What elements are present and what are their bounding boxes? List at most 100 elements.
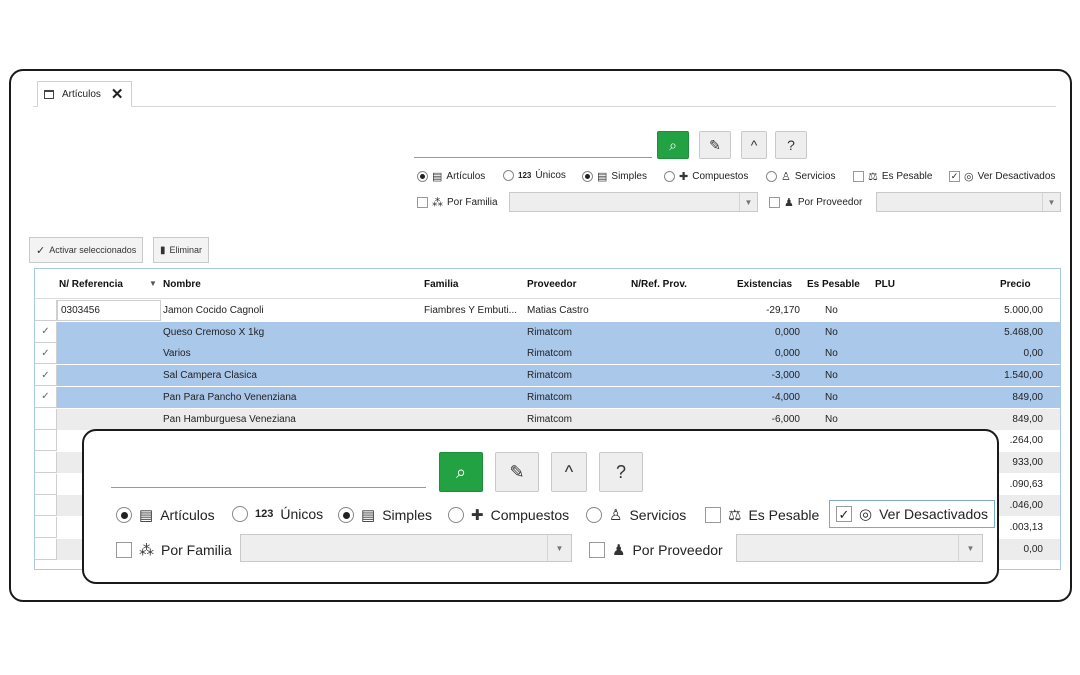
- radio-unicos[interactable]: 123 Únicos: [503, 170, 566, 181]
- checkbox-es-pesable-control[interactable]: [853, 171, 864, 182]
- cell-existencias: 0,000: [774, 326, 800, 338]
- radio-articulos-control[interactable]: [116, 507, 132, 523]
- radio-compuestos[interactable]: ✚ Compuestos: [664, 170, 748, 183]
- table-row[interactable]: ✓ Sal Campera Clasica Rimatcom -3,000 No 1.54…: [35, 365, 1060, 387]
- search-button-zoom[interactable]: ⌕: [439, 452, 483, 492]
- row-selector[interactable]: ✓: [35, 365, 57, 387]
- col-header-familia[interactable]: Familia: [424, 279, 458, 290]
- search-button[interactable]: ⌕: [657, 131, 689, 159]
- table-row[interactable]: ✓ Queso Cremoso X 1kg Rimatcom 0,000 No 5.468…: [35, 321, 1060, 343]
- row-selector[interactable]: ✓: [35, 321, 57, 343]
- help-button[interactable]: ?: [775, 131, 807, 159]
- clear-button-zoom[interactable]: ✎: [495, 452, 539, 492]
- header-divider: [35, 298, 1060, 299]
- checkbox-por-familia[interactable]: ⁂ Por Familia: [417, 196, 498, 209]
- proveedor-select-zoom[interactable]: ▼: [736, 534, 983, 562]
- radio-simples-zoom[interactable]: ▤ Simples: [338, 506, 432, 524]
- radio-servicios[interactable]: ♙ Servicios: [766, 170, 835, 183]
- cell-precio: 5.468,00: [1004, 326, 1043, 338]
- cell-familia: Fiambres Y Embuti...: [424, 305, 517, 316]
- radio-servicios-control[interactable]: [586, 507, 602, 523]
- familia-select-zoom[interactable]: ▼: [240, 534, 572, 562]
- col-header-es-pesable[interactable]: Es Pesable: [807, 279, 860, 290]
- checkbox-por-proveedor[interactable]: ♟ Por Proveedor: [769, 196, 862, 209]
- checkbox-por-proveedor-control[interactable]: [589, 542, 605, 558]
- row-selector[interactable]: [35, 495, 57, 517]
- radio-simples-control[interactable]: [338, 507, 354, 523]
- col-header-plu[interactable]: PLU: [875, 279, 895, 290]
- checkbox-ver-desactivados-control[interactable]: ✓: [836, 506, 852, 522]
- row-selector[interactable]: [35, 538, 57, 560]
- row-selector[interactable]: [35, 473, 57, 495]
- search-icon: ⌕: [669, 136, 677, 153]
- cell-proveedor: Rimatcom: [527, 391, 573, 403]
- cell-precio: 5.000,00: [1004, 305, 1043, 316]
- col-header-ref-prov[interactable]: N/Ref. Prov.: [631, 279, 687, 290]
- table-row[interactable]: 0303456 Jamon Cocido Cagnoli Fiambres Y Em…: [35, 300, 1060, 321]
- radio-articulos[interactable]: ▤ Artículos: [417, 170, 485, 183]
- col-header-referencia[interactable]: N/ Referencia: [59, 279, 123, 290]
- activar-seleccionados-button[interactable]: ✓ Activar seleccionados: [29, 237, 144, 263]
- row-selector[interactable]: ✓: [35, 343, 57, 365]
- cell-referencia: 0303456: [61, 305, 100, 316]
- radio-servicios-zoom[interactable]: ♙ Servicios: [586, 506, 686, 524]
- radio-compuestos-control[interactable]: [448, 507, 464, 523]
- checkbox-por-familia-control[interactable]: [417, 197, 428, 208]
- checkbox-ver-desactivados-control[interactable]: ✓: [949, 171, 960, 182]
- radio-compuestos-zoom[interactable]: ✚ Compuestos: [448, 506, 569, 524]
- app-window: Artículos ✕ ⌕ ✎ ^ ? ▤ Artículos 123 Únicos…: [9, 69, 1072, 602]
- radio-unicos-control[interactable]: [232, 506, 248, 522]
- checkbox-ver-desactivados-zoom[interactable]: ✓ ◎ Ver Desactivados: [829, 500, 996, 528]
- radio-articulos-zoom[interactable]: ▤ Artículos: [116, 506, 215, 524]
- checkbox-por-proveedor-zoom[interactable]: ♟ Por Proveedor: [589, 541, 723, 559]
- col-header-precio[interactable]: Precio: [1000, 279, 1031, 290]
- search-input[interactable]: [414, 157, 652, 158]
- radio-simples-control[interactable]: [582, 171, 593, 182]
- cell-referencia-editor[interactable]: 0303456: [57, 300, 161, 321]
- radio-servicios-control[interactable]: [766, 171, 777, 182]
- help-button-zoom[interactable]: ?: [599, 452, 643, 492]
- checkbox-es-pesable-control[interactable]: [705, 507, 721, 523]
- checkbox-por-proveedor-control[interactable]: [769, 197, 780, 208]
- table-row[interactable]: Pan Hamburguesa Veneziana Rimatcom -6,000 N…: [35, 408, 1060, 430]
- checkbox-es-pesable[interactable]: ⚖ Es Pesable: [853, 170, 932, 183]
- chevron-up-icon: ^: [750, 137, 758, 153]
- table-row[interactable]: ✓ Varios Rimatcom 0,000 No 0,00: [35, 343, 1060, 365]
- user-icon: ♟: [612, 542, 626, 559]
- row-selector[interactable]: ✓: [35, 386, 57, 408]
- row-selector[interactable]: [35, 451, 57, 473]
- familia-select[interactable]: ▼: [509, 192, 758, 212]
- search-input-zoom[interactable]: [111, 487, 426, 488]
- row-selector[interactable]: [35, 517, 57, 538]
- eliminar-button[interactable]: ▮ Eliminar: [153, 237, 210, 263]
- cell-existencias: -29,170: [766, 305, 800, 316]
- checkbox-por-familia-control[interactable]: [116, 542, 132, 558]
- checkbox-ver-desactivados-label: Ver Desactivados: [977, 171, 1056, 182]
- checkbox-ver-desactivados[interactable]: ✓ ◎ Ver Desactivados: [949, 170, 1055, 183]
- row-selector[interactable]: [35, 408, 57, 430]
- col-header-existencias[interactable]: Existencias: [737, 279, 792, 290]
- proveedor-select[interactable]: ▼: [876, 192, 1061, 212]
- tab-articulos[interactable]: Artículos ✕: [37, 81, 132, 107]
- eliminar-label: Eliminar: [169, 245, 203, 255]
- radio-simples[interactable]: ▤ Simples: [582, 170, 647, 183]
- checkbox-ver-desactivados-label: Ver Desactivados: [879, 506, 989, 522]
- collapse-button-zoom[interactable]: ^: [551, 452, 587, 492]
- checkbox-por-familia-zoom[interactable]: ⁂ Por Familia: [116, 541, 232, 559]
- clear-button[interactable]: ✎: [699, 131, 731, 159]
- row-selector[interactable]: [35, 300, 57, 321]
- radio-unicos-control[interactable]: [503, 170, 514, 181]
- row-selector[interactable]: [35, 430, 57, 452]
- table-row[interactable]: ✓ Pan Para Pancho Venenziana Rimatcom -4,00…: [35, 386, 1060, 408]
- radio-unicos-zoom[interactable]: 123 Únicos: [232, 506, 323, 522]
- collapse-button[interactable]: ^: [741, 131, 767, 159]
- radio-articulos-label: Artículos: [160, 507, 215, 523]
- checkbox-es-pesable-zoom[interactable]: ⚖ Es Pesable: [705, 506, 819, 524]
- radio-compuestos-control[interactable]: [664, 171, 675, 182]
- cell-existencias: -3,000: [771, 370, 800, 382]
- col-header-nombre[interactable]: Nombre: [163, 279, 201, 290]
- sort-desc-icon[interactable]: ▼: [149, 279, 157, 288]
- close-icon[interactable]: ✕: [111, 85, 124, 103]
- col-header-proveedor[interactable]: Proveedor: [527, 279, 576, 290]
- radio-articulos-control[interactable]: [417, 171, 428, 182]
